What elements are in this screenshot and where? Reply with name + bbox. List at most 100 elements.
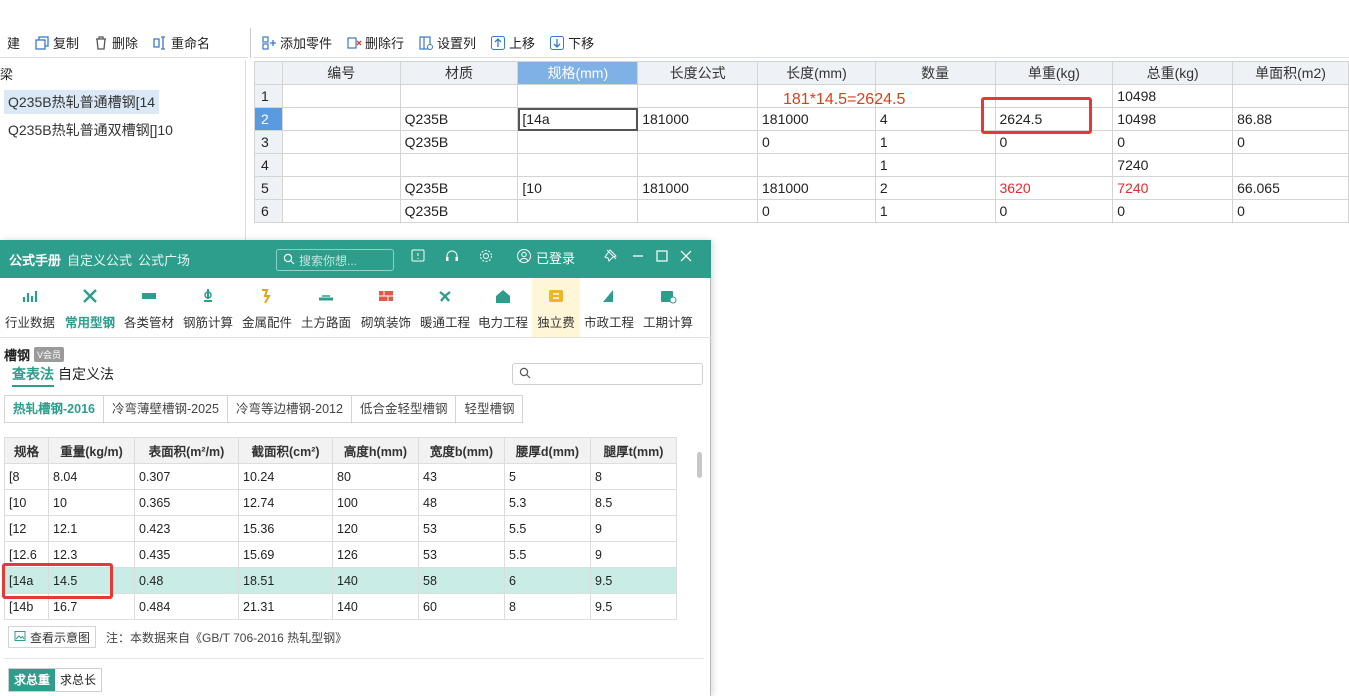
cell[interactable] [1232,153,1349,177]
cell[interactable]: 3620 [994,176,1114,200]
cell[interactable]: 10498 [1112,84,1234,108]
cell[interactable]: 0 [1112,130,1234,154]
minimize-icon[interactable] [630,248,646,264]
view-diagram-button[interactable]: 查看示意图 [8,626,97,648]
col-header-code[interactable]: 编号 [281,61,401,85]
tab-custom-formula[interactable]: 自定义公式 [64,250,135,269]
category-section-steel[interactable]: 常用型钢 [60,278,120,337]
cell[interactable]: 86.88 [1232,107,1349,131]
cell[interactable]: 7240 [1112,153,1234,177]
table-row[interactable]: [8 8.04 0.307 10.24 80 43 5 8 [4,463,677,490]
cell[interactable]: 0 [1232,130,1349,154]
cell[interactable] [637,153,758,177]
row-number[interactable]: 1 [254,84,283,108]
cell[interactable]: 0 [1232,199,1349,223]
cell[interactable] [517,199,639,223]
category-municipal[interactable]: 市政工程 [580,278,638,337]
table-search-input[interactable] [512,363,703,385]
cell[interactable]: 66.065 [1232,176,1349,200]
tab-formula-square[interactable]: 公式广场 [135,250,193,269]
tab-standard[interactable]: 冷弯等边槽钢-2012 [228,396,352,422]
col-header-material[interactable]: 材质 [399,61,519,85]
cell[interactable] [517,84,639,108]
cell[interactable]: 0 [994,199,1114,223]
category-metal-fitting[interactable]: 金属配件 [238,278,296,337]
cell[interactable]: 181000 [757,176,876,200]
table-row[interactable]: 5 Q235B [10 181000 181000 2 3620 7240 66… [254,176,1349,200]
cell[interactable]: 0 [757,130,876,154]
col-header-unit-area[interactable]: 单面积(m2) [1232,61,1349,85]
cell[interactable] [637,130,758,154]
category-hvac[interactable]: 暖通工程 [416,278,474,337]
pin-icon[interactable] [602,248,618,264]
row-number[interactable]: 6 [254,199,283,223]
cell[interactable] [281,84,401,108]
cell[interactable]: Q235B [399,176,519,200]
tab-total-weight[interactable]: 求总重 [9,669,56,691]
row-number[interactable]: 2 [254,107,283,131]
cell[interactable]: 181000 [637,107,758,131]
cell[interactable] [281,176,401,200]
new-button[interactable]: 建 [0,31,27,55]
cell[interactable]: 2 [874,176,996,200]
tree-group-label[interactable]: 梁 [0,64,13,83]
cell[interactable]: 10498 [1112,107,1234,131]
cell[interactable]: 181000 [637,176,758,200]
row-number[interactable]: 5 [254,176,283,200]
category-fee[interactable]: 独立费 [532,278,580,337]
col-header-unit-weight[interactable]: 单重(kg) [994,61,1114,85]
move-up-button[interactable]: 上移 [483,31,542,55]
col-header-length-formula[interactable]: 长度公式 [637,61,758,85]
cell[interactable] [637,199,758,223]
table-scrollbar[interactable] [697,452,702,478]
set-columns-button[interactable]: 设置列 [411,31,483,55]
tab-standard[interactable]: 轻型槽钢 [456,396,522,422]
table-row[interactable]: 2 Q235B [14a 181000 181000 4 2624.5 1049… [254,107,1349,131]
category-masonry[interactable]: 砌筑装饰 [356,278,416,337]
delete-row-button[interactable]: 删除行 [339,31,411,55]
cell[interactable] [281,199,401,223]
tab-total-length[interactable]: 求总长 [55,669,101,691]
cell[interactable] [399,153,519,177]
row-number[interactable]: 3 [254,130,283,154]
col-header-length[interactable]: 长度(mm) [757,61,876,85]
category-pipe[interactable]: 各类管材 [120,278,178,337]
tab-formula-handbook[interactable]: 公式手册 [6,250,64,269]
delete-button[interactable]: 删除 [86,31,145,55]
col-header-quantity[interactable]: 数量 [874,61,996,85]
maximize-icon[interactable] [654,248,670,264]
cell[interactable]: 181000 [757,107,876,131]
cell[interactable]: 4 [874,107,996,131]
headset-icon[interactable] [444,248,460,264]
category-schedule[interactable]: 工期计算 [638,278,698,337]
cell[interactable]: 1 [874,153,996,177]
cell[interactable]: 1 [874,199,996,223]
cell[interactable] [281,153,401,177]
cell[interactable] [757,153,876,177]
cell[interactable]: 0 [1112,199,1234,223]
tab-standard[interactable]: 热轧槽钢-2016 [5,396,104,422]
category-earthwork[interactable]: 土方路面 [296,278,356,337]
category-power[interactable]: 电力工程 [474,278,532,337]
move-down-button[interactable]: 下移 [542,31,601,55]
feedback-icon[interactable] [410,248,426,264]
cell-focused[interactable]: [14a [517,107,639,131]
cell[interactable] [399,84,519,108]
rename-button[interactable]: 重命名 [145,31,217,55]
tree-item[interactable]: Q235B热轧普通槽钢[14 [4,90,160,114]
table-row[interactable]: 6 Q235B 0 1 0 0 0 [254,199,1349,223]
gear-icon[interactable] [478,248,494,264]
tab-lookup-method[interactable]: 查表法 [12,364,54,387]
cell[interactable]: Q235B [399,199,519,223]
grid-corner[interactable] [254,61,283,85]
tree-item[interactable]: Q235B热轧普通双槽钢[]10 [4,118,177,142]
tab-custom-method[interactable]: 自定义法 [58,364,114,387]
category-industry-data[interactable]: 行业数据 [0,278,60,337]
row-number[interactable]: 4 [254,153,283,177]
login-status[interactable]: 已登录 [516,248,575,267]
col-header-total-weight[interactable]: 总重(kg) [1112,61,1234,85]
cell[interactable]: [10 [517,176,639,200]
cell[interactable]: Q235B [399,130,519,154]
table-row[interactable]: 3 Q235B 0 1 0 0 0 [254,130,1349,154]
table-row[interactable]: [12 12.1 0.423 15.36 120 53 5.5 9 [4,515,677,542]
